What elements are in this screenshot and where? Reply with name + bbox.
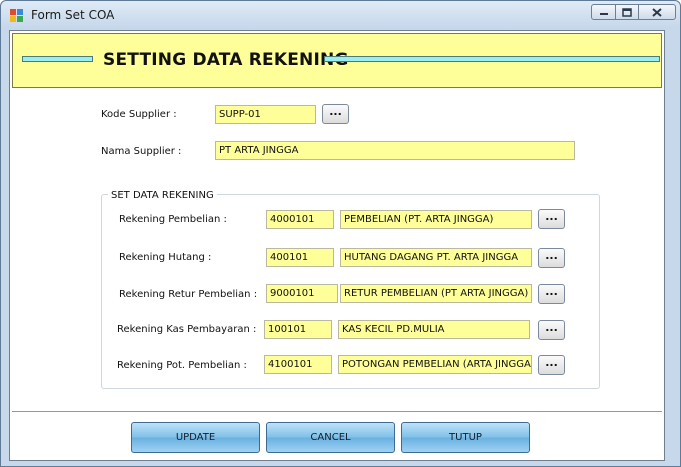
page-title: SETTING DATA REKENING — [103, 50, 349, 70]
rekening-kas-pembayaran-browse-button[interactable]: ... — [538, 320, 565, 340]
title-bar[interactable]: Form Set COA — [1, 1, 680, 29]
kode-supplier-label: Kode Supplier : — [101, 109, 177, 120]
rekening-kas-pembayaran-name-input[interactable]: KAS KECIL PD.MULIA — [338, 320, 530, 339]
cancel-button[interactable]: CANCEL — [266, 422, 395, 453]
update-button[interactable]: UPDATE — [131, 422, 260, 453]
header-decoration-left — [22, 56, 93, 62]
rekening-pembelian-browse-button[interactable]: ... — [538, 209, 565, 229]
nama-supplier-label: Nama Supplier : — [101, 146, 182, 157]
form-app-icon — [10, 9, 23, 22]
rekening-group-title: SET DATA REKENING — [108, 190, 217, 201]
window-title: Form Set COA — [31, 8, 115, 22]
rekening-retur-pembelian-label: Rekening Retur Pembelian : — [119, 289, 258, 300]
footer-separator — [12, 411, 662, 412]
form-window: Form Set COA SETTING DATA REKENING Kode … — [0, 0, 681, 467]
form-client-area: SETTING DATA REKENING Kode Supplier : SU… — [9, 30, 665, 461]
rekening-pot-pembelian-code-input[interactable]: 4100101 — [264, 355, 332, 374]
rekening-pot-pembelian-browse-button[interactable]: ... — [538, 355, 565, 375]
kode-supplier-browse-button[interactable]: ... — [322, 104, 349, 124]
nama-supplier-input[interactable]: PT ARTA JINGGA — [215, 141, 575, 160]
header-decoration-right — [324, 56, 660, 62]
rekening-retur-pembelian-browse-button[interactable]: ... — [538, 284, 565, 304]
maximize-button[interactable] — [615, 4, 639, 20]
rekening-hutang-code-input[interactable]: 400101 — [266, 248, 334, 267]
rekening-hutang-browse-button[interactable]: ... — [538, 248, 565, 268]
rekening-hutang-name-input[interactable]: HUTANG DAGANG PT. ARTA JINGGA — [340, 248, 532, 267]
header-panel: SETTING DATA REKENING — [12, 33, 662, 88]
rekening-hutang-label: Rekening Hutang : — [119, 252, 212, 263]
rekening-retur-pembelian-name-input[interactable]: RETUR PEMBELIAN (PT ARTA JINGGA) — [340, 284, 532, 303]
minimize-button[interactable] — [591, 4, 616, 20]
rekening-pot-pembelian-name-input[interactable]: POTONGAN PEMBELIAN (ARTA JINGGA) — [338, 355, 532, 374]
close-button[interactable] — [638, 4, 676, 20]
kode-supplier-input[interactable]: SUPP-01 — [215, 105, 316, 124]
minimize-icon — [599, 13, 608, 15]
tutup-button[interactable]: TUTUP — [401, 422, 530, 453]
maximize-icon — [622, 7, 632, 17]
rekening-pembelian-label: Rekening Pembelian : — [119, 214, 227, 225]
rekening-pembelian-code-input[interactable]: 4000101 — [266, 210, 334, 229]
rekening-pot-pembelian-label: Rekening Pot. Pembelian : — [117, 360, 247, 371]
close-icon — [652, 7, 662, 17]
rekening-retur-pembelian-code-input[interactable]: 9000101 — [266, 284, 338, 303]
rekening-kas-pembayaran-code-input[interactable]: 100101 — [264, 320, 332, 339]
rekening-pembelian-name-input[interactable]: PEMBELIAN (PT. ARTA JINGGA) — [340, 210, 532, 229]
rekening-kas-pembayaran-label: Rekening Kas Pembayaran : — [117, 324, 257, 335]
